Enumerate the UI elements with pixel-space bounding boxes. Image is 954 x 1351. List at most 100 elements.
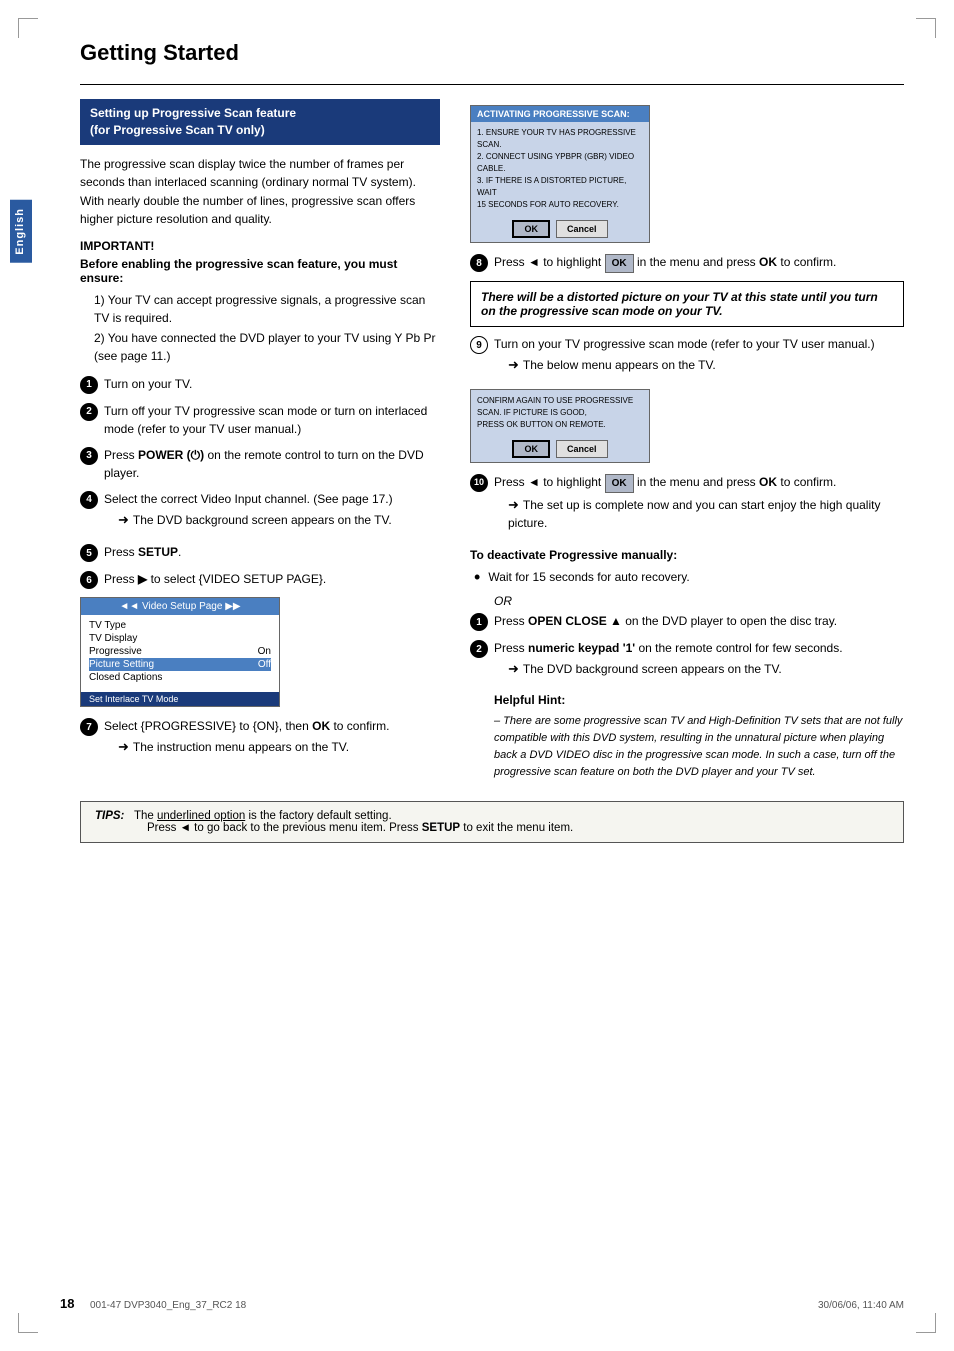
dialog-2-ok-button[interactable]: OK bbox=[512, 440, 550, 458]
page-number: 18 bbox=[60, 1296, 74, 1311]
deactivate-step-2-content: Press numeric keypad '1' on the remote c… bbox=[494, 639, 904, 685]
step-3-text: Press POWER (⏻) on the remote control to… bbox=[104, 446, 440, 482]
deactivate-step-1: 1 Press OPEN CLOSE ▲ on the DVD player t… bbox=[470, 612, 904, 631]
step-6-text: Press ▶ to select {VIDEO SETUP PAGE}. bbox=[104, 570, 440, 588]
step-7: 7 Select {PROGRESSIVE} to {ON}, then OK … bbox=[80, 717, 440, 763]
step-number-10: 10 bbox=[470, 474, 488, 492]
dialog-2-cancel-button[interactable]: Cancel bbox=[556, 440, 608, 458]
menu-row-tvtype: TV Type bbox=[89, 619, 271, 632]
dialog-box-2: CONFIRM AGAIN TO USE PROGRESSIVE SCAN. I… bbox=[470, 389, 650, 463]
dialog-box-1: ACTIVATING PROGRESSIVE SCAN: 1. ENSURE Y… bbox=[470, 105, 650, 243]
tips-line2: Press ◄ to go back to the previous menu … bbox=[95, 822, 573, 834]
section-header-line1: Setting up Progressive Scan feature bbox=[90, 106, 296, 120]
title-divider bbox=[80, 84, 904, 85]
step-number-6: 6 bbox=[80, 571, 98, 589]
bullet-dot-1: • bbox=[474, 568, 480, 586]
dialog-1-header: ACTIVATING PROGRESSIVE SCAN: bbox=[471, 106, 649, 122]
step-3: 3 Press POWER (⏻) on the remote control … bbox=[80, 446, 440, 482]
dialog-2-line1: CONFIRM AGAIN TO USE PROGRESSIVE bbox=[477, 395, 643, 407]
section-header-box: Setting up Progressive Scan feature (for… bbox=[80, 99, 440, 145]
footer-right: 30/06/06, 11:40 AM bbox=[818, 1300, 904, 1311]
dialog-1-line4: 15 SECONDS FOR AUTO RECOVERY. bbox=[477, 199, 643, 211]
step-1-text: Turn on your TV. bbox=[104, 375, 440, 393]
dialog-1-line2: 2. CONNECT USING YPBPR (GBR) VIDEO CABLE… bbox=[477, 151, 643, 175]
menu-box-body: TV Type TV Display ProgressiveOn Picture… bbox=[81, 615, 279, 688]
notice-box: There will be a distorted picture on you… bbox=[470, 281, 904, 327]
important-item-1: 1) Your TV can accept progressive signal… bbox=[80, 291, 440, 327]
important-item-2: 2) You have connected the DVD player to … bbox=[80, 329, 440, 365]
step-9-text: Turn on your TV progressive scan mode (r… bbox=[494, 337, 875, 351]
step-10-sub: ➜The set up is complete now and you can … bbox=[494, 495, 904, 533]
menu-row-captions: Closed Captions bbox=[89, 671, 271, 684]
video-setup-menu-box: ◄◄ Video Setup Page ▶▶ TV Type TV Displa… bbox=[80, 597, 280, 707]
dialog-2-line3: PRESS OK BUTTON ON REMOTE. bbox=[477, 419, 643, 431]
step-2-text: Turn off your TV progressive scan mode o… bbox=[104, 402, 440, 438]
corner-mark-br bbox=[916, 1313, 936, 1333]
tips-line1: The underlined option is the factory def… bbox=[134, 810, 392, 822]
menu-box-header: ◄◄ Video Setup Page ▶▶ bbox=[81, 598, 279, 615]
dialog-1-cancel-button[interactable]: Cancel bbox=[556, 220, 608, 238]
step-10: 10 Press ◄ to highlight OK in the menu a… bbox=[470, 473, 904, 539]
deactivate-step-2: 2 Press numeric keypad '1' on the remote… bbox=[470, 639, 904, 685]
step-4-sub: ➜The DVD background screen appears on th… bbox=[104, 510, 440, 530]
menu-row-picture-label: Picture Setting bbox=[89, 659, 154, 670]
dialog-1-line3: 3. IF THERE IS A DISTORTED PICTURE, WAIT bbox=[477, 175, 643, 199]
step-number-1: 1 bbox=[80, 376, 98, 394]
ok-box-8: OK bbox=[605, 254, 634, 273]
menu-row-progressive: ProgressiveOn bbox=[89, 645, 271, 658]
tips-bar: TIPS: The underlined option is the facto… bbox=[80, 801, 904, 843]
dialog-2-buttons: OK Cancel bbox=[471, 436, 649, 462]
deactivate-step-2-sub: ➜The DVD background screen appears on th… bbox=[494, 659, 904, 679]
deactivate-step-number-2: 2 bbox=[470, 640, 488, 658]
step-number-4: 4 bbox=[80, 491, 98, 509]
corner-mark-tr bbox=[916, 18, 936, 38]
right-column: ACTIVATING PROGRESSIVE SCAN: 1. ENSURE Y… bbox=[470, 99, 904, 781]
step-7-sub: ➜The instruction menu appears on the TV. bbox=[104, 737, 440, 757]
left-column: Setting up Progressive Scan feature (for… bbox=[80, 99, 440, 781]
important-subheading: Before enabling the progressive scan fea… bbox=[80, 257, 440, 285]
notice-text: There will be a distorted picture on you… bbox=[481, 290, 878, 318]
deactivate-heading: To deactivate Progressive manually: bbox=[470, 548, 904, 562]
corner-mark-bl bbox=[18, 1313, 38, 1333]
menu-footer-bar: Set Interlace TV Mode bbox=[81, 692, 279, 706]
step-5: 5 Press SETUP. bbox=[80, 543, 440, 562]
step-number-8: 8 bbox=[470, 254, 488, 272]
corner-mark-tl bbox=[18, 18, 38, 38]
tips-underline: underlined option bbox=[157, 810, 245, 822]
step-8-text: Press ◄ to highlight OK in the menu and … bbox=[494, 253, 904, 273]
deactivate-step-1-text: Press OPEN CLOSE ▲ on the DVD player to … bbox=[494, 612, 904, 630]
step-6: 6 Press ▶ to select {VIDEO SETUP PAGE}. bbox=[80, 570, 440, 589]
menu-row-tvdisplay: TV Display bbox=[89, 632, 271, 645]
helpful-hint-text: – There are some progressive scan TV and… bbox=[470, 713, 904, 781]
step-number-3: 3 bbox=[80, 447, 98, 465]
step-1: 1 Turn on your TV. bbox=[80, 375, 440, 394]
step-number-7: 7 bbox=[80, 718, 98, 736]
helpful-hint-heading: Helpful Hint: bbox=[470, 693, 904, 707]
step-7-content: Select {PROGRESSIVE} to {ON}, then OK to… bbox=[104, 717, 440, 763]
ok-box-10: OK bbox=[605, 474, 634, 493]
dialog-1-ok-button[interactable]: OK bbox=[512, 220, 550, 238]
step-9-sub: ➜The below menu appears on the TV. bbox=[494, 355, 904, 375]
deactivate-wait-text: Wait for 15 seconds for auto recovery. bbox=[488, 568, 689, 586]
sidebar-english-label: English bbox=[10, 200, 32, 263]
menu-row-progressive-label: Progressive bbox=[89, 646, 142, 657]
step-9: 9 Turn on your TV progressive scan mode … bbox=[470, 335, 904, 381]
dialog-1-line1: 1. ENSURE YOUR TV HAS PROGRESSIVE SCAN. bbox=[477, 127, 643, 151]
dialog-1-body: 1. ENSURE YOUR TV HAS PROGRESSIVE SCAN. … bbox=[471, 122, 649, 216]
dialog-2-body: CONFIRM AGAIN TO USE PROGRESSIVE SCAN. I… bbox=[471, 390, 649, 436]
step-number-5: 5 bbox=[80, 544, 98, 562]
menu-row-captions-label: Closed Captions bbox=[89, 672, 162, 683]
deactivate-step-2-text: Press numeric keypad '1' on the remote c… bbox=[494, 641, 843, 655]
step-10-text: Press ◄ to highlight OK in the menu and … bbox=[494, 475, 836, 489]
deactivate-bullet-1: • Wait for 15 seconds for auto recovery. bbox=[474, 568, 904, 586]
deactivate-step-number-1: 1 bbox=[470, 613, 488, 631]
step-4: 4 Select the correct Video Input channel… bbox=[80, 490, 440, 536]
step-number-2: 2 bbox=[80, 403, 98, 421]
step-4-text: Select the correct Video Input channel. … bbox=[104, 492, 393, 506]
menu-row-tvdisplay-label: TV Display bbox=[89, 633, 137, 644]
menu-row-tvtype-label: TV Type bbox=[89, 620, 126, 631]
step-number-9: 9 bbox=[470, 336, 488, 354]
footer-left: 001-47 DVP3040_Eng_37_RC2 18 bbox=[90, 1300, 246, 1311]
step-8: 8 Press ◄ to highlight OK in the menu an… bbox=[470, 253, 904, 273]
tips-label: TIPS: bbox=[95, 810, 124, 822]
